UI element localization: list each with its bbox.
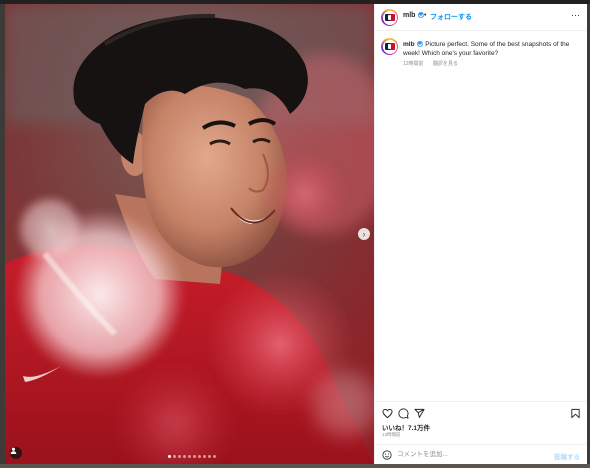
emoji-icon[interactable] xyxy=(382,450,392,460)
see-translation-link[interactable]: 翻訳を見る xyxy=(433,61,458,67)
carousel-dot xyxy=(208,455,211,458)
comment-bar: 投稿する xyxy=(375,444,587,464)
mlb-logo-icon xyxy=(384,14,395,21)
action-bar xyxy=(375,401,587,419)
carousel-next-button[interactable]: › xyxy=(358,228,370,240)
caption-meta: 12時間前 翻訳を見る xyxy=(403,60,466,67)
share-icon[interactable] xyxy=(414,408,425,419)
backdrop-strip-bottom xyxy=(0,464,590,468)
mlb-logo-icon xyxy=(384,43,395,50)
carousel-indicator xyxy=(168,455,216,458)
post-photo[interactable]: › xyxy=(5,4,374,464)
post-side-panel: mlb • フォローする ··· mlb Picture perfect. So… xyxy=(374,4,587,464)
follow-button[interactable]: フォローする xyxy=(430,12,472,22)
comment-icon[interactable] xyxy=(398,408,409,419)
post-caption: mlb Picture perfect. Some of the best sn… xyxy=(403,40,581,58)
carousel-dot xyxy=(178,455,181,458)
avatar[interactable] xyxy=(381,9,398,26)
header-username[interactable]: mlb xyxy=(403,12,425,19)
bookmark-icon[interactable] xyxy=(570,408,581,419)
carousel-dot xyxy=(183,455,186,458)
post-modal: › mlb • フォローする ··· mlb Picture perfect. … xyxy=(5,4,587,464)
carousel-dot xyxy=(213,455,216,458)
carousel-dot xyxy=(168,455,171,458)
carousel-dot xyxy=(193,455,196,458)
post-header: mlb • フォローする ··· xyxy=(375,4,587,31)
caption-timestamp[interactable]: 12時間前 xyxy=(403,61,424,67)
post-timestamp[interactable]: 13時間前 xyxy=(382,432,401,438)
verified-badge-icon xyxy=(417,41,424,48)
like-count[interactable]: いいね！7.1万件 xyxy=(382,422,430,432)
carousel-dot xyxy=(198,455,201,458)
tagged-users-button[interactable] xyxy=(10,447,22,459)
caption-avatar[interactable] xyxy=(381,38,398,55)
carousel-dot xyxy=(173,455,176,458)
chevron-right-icon: › xyxy=(362,228,366,239)
caption-text: Picture perfect. Some of the best snapsh… xyxy=(403,41,570,57)
caption-username[interactable]: mlb xyxy=(403,41,415,48)
photo-image xyxy=(5,4,374,464)
more-icon[interactable]: ··· xyxy=(571,10,580,20)
heart-icon[interactable] xyxy=(382,408,393,419)
carousel-dot xyxy=(188,455,191,458)
post-comment-button[interactable]: 投稿する xyxy=(554,451,580,461)
comment-input[interactable] xyxy=(397,449,547,460)
person-icon xyxy=(10,447,17,454)
header-separator: • xyxy=(424,12,427,19)
carousel-dot xyxy=(203,455,206,458)
